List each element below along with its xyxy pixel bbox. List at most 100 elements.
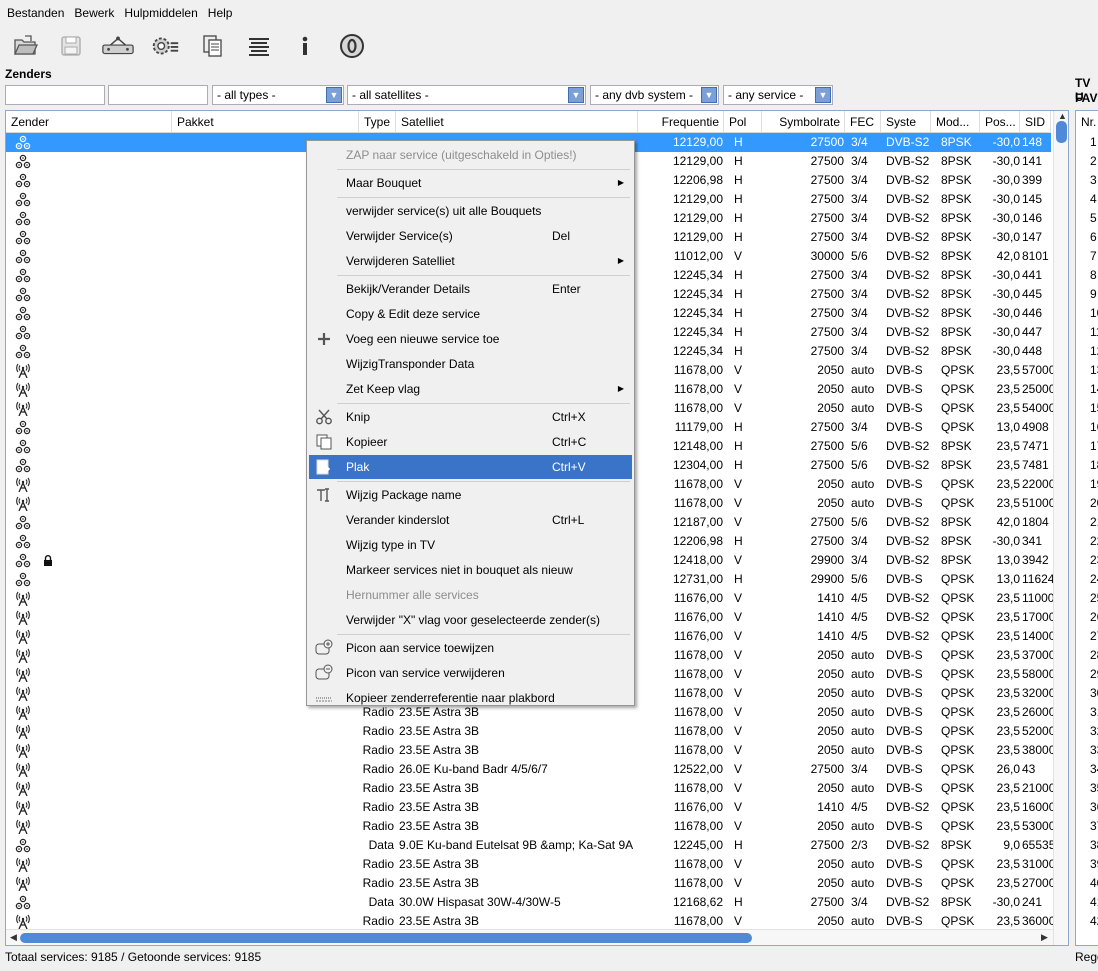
menu-item-picon-van-service-verwijderen[interactable]: Picon van service verwijderen	[309, 661, 632, 685]
copy-document-icon[interactable]	[198, 32, 228, 60]
col-frequentie[interactable]: Frequentie	[638, 111, 724, 133]
bouquet-number[interactable]: 3	[1090, 171, 1097, 190]
types-filter-select[interactable]: - all types - ▼	[212, 85, 344, 105]
col-pol[interactable]: Pol	[724, 111, 762, 133]
bouquet-number[interactable]: 30	[1090, 684, 1098, 703]
bouquet-number[interactable]: 17	[1090, 437, 1098, 456]
bouquet-number[interactable]: 32	[1090, 722, 1098, 741]
vertical-scrollbar[interactable]: ▲	[1053, 111, 1068, 945]
bouquet-number[interactable]: 16	[1090, 418, 1098, 437]
vertical-scroll-thumb[interactable]	[1056, 121, 1067, 143]
horizontal-scrollbar[interactable]: ◀ ▶	[6, 929, 1053, 945]
menu-item-plak[interactable]: Plak Ctrl+V	[309, 455, 632, 479]
bouquet-number[interactable]: 31	[1090, 703, 1098, 722]
bouquet-number[interactable]: 4	[1090, 190, 1097, 209]
bouquet-number[interactable]: 15	[1090, 399, 1098, 418]
bouquet-number[interactable]: 36	[1090, 798, 1098, 817]
bouquet-number[interactable]: 2	[1090, 152, 1097, 171]
bouquet-number[interactable]: 19	[1090, 475, 1098, 494]
bouquet-number[interactable]: 28	[1090, 646, 1098, 665]
menu-item-bekijk-verander-details[interactable]: Bekijk/Verander Details Enter	[309, 277, 632, 301]
bouquet-number[interactable]: 1	[1090, 133, 1097, 152]
menu-item-kopieer[interactable]: Kopieer Ctrl+C	[309, 430, 632, 454]
menu-item-maar-bouquet[interactable]: Maar Bouquet ▶	[309, 171, 632, 195]
horizontal-scroll-thumb[interactable]	[20, 933, 752, 943]
bouquet-number[interactable]: 27	[1090, 627, 1098, 646]
menu-item-markeer-services-niet-in-bouquet-als-nieuw[interactable]: Markeer services niet in bouquet als nie…	[309, 558, 632, 582]
bouquet-number[interactable]: 26	[1090, 608, 1098, 627]
bouquet-number[interactable]: 22	[1090, 532, 1098, 551]
table-row[interactable]: Data 30.0W Hispasat 30W-4/30W-5 12168,62 H 2…	[6, 893, 1051, 912]
menu-item-wijzig-type-in-tv[interactable]: Wijzig type in TV	[309, 533, 632, 557]
menu-item-wijzigtransponder-data[interactable]: WijzigTransponder Data	[309, 352, 632, 376]
bouquet-number[interactable]: 39	[1090, 855, 1098, 874]
menu-item-zet-keep-vlag[interactable]: Zet Keep vlag ▶	[309, 377, 632, 401]
bouquet-number[interactable]: 5	[1090, 209, 1097, 228]
table-row[interactable]: Radio 23.5E Astra 3B 11678,00 V 2050 auto DVB-…	[6, 722, 1055, 741]
table-row[interactable]: Radio 23.5E Astra 3B 11678,00 V 2050 auto DVB-…	[6, 874, 1055, 893]
bouquet-number[interactable]: 20	[1090, 494, 1098, 513]
menu-item-verander-kinderslot[interactable]: Verander kinderslot Ctrl+L	[309, 508, 632, 532]
bouquet-number[interactable]: 9	[1090, 285, 1097, 304]
table-row[interactable]: Radio 23.5E Astra 3B 11676,00 V 1410 4/5 DVB-S…	[6, 798, 1055, 817]
col-zender[interactable]: Zender	[6, 111, 172, 133]
bouquet-number[interactable]: 23	[1090, 551, 1098, 570]
bouquet-number[interactable]: 38	[1090, 836, 1098, 855]
bouquet-number[interactable]: 40	[1090, 874, 1098, 893]
col-modulatie[interactable]: Mod...	[931, 111, 980, 133]
bouquet-number[interactable]: 11	[1090, 323, 1098, 342]
satellites-filter-select[interactable]: - all satellites - ▼	[347, 85, 586, 105]
menu-item-wijzig-package-name[interactable]: Wijzig Package name	[309, 483, 632, 507]
bouquet-number[interactable]: 7	[1090, 247, 1097, 266]
table-row[interactable]: Radio 23.5E Astra 3B 11678,00 V 2050 auto DVB-…	[6, 817, 1055, 836]
bouquet-number[interactable]: 34	[1090, 760, 1098, 779]
bouquet-number[interactable]: 10	[1090, 304, 1098, 323]
settings-gear-icon[interactable]	[148, 32, 182, 60]
bouquet-number[interactable]: 37	[1090, 817, 1098, 836]
scroll-left-icon[interactable]: ◀	[10, 932, 17, 943]
menu-item-knip[interactable]: Knip Ctrl+X	[309, 405, 632, 429]
name-filter-input[interactable]	[5, 85, 105, 105]
menu-item-kopieer-zenderreferentie-naar-plakbord[interactable]: Kopieer zenderreferentie naar plakbord	[309, 686, 632, 710]
table-row[interactable]: Radio 23.5E Astra 3B 11678,00 V 2050 auto DVB-…	[6, 779, 1055, 798]
col-systeem[interactable]: Syste	[881, 111, 931, 133]
menu-item-hernummer-alle-services[interactable]: Hernummer alle services	[309, 583, 632, 607]
open-folder-icon[interactable]	[10, 32, 40, 60]
bouquet-number[interactable]: 12	[1090, 342, 1098, 361]
bouquet-number[interactable]: 18	[1090, 456, 1098, 475]
bouquet-number[interactable]: 8	[1090, 266, 1097, 285]
menu-item-verwijder-service-s-uit-alle-bouquets[interactable]: verwijder service(s) uit alle Bouquets	[309, 199, 632, 223]
col-positie[interactable]: Pos...	[980, 111, 1020, 133]
bouquet-number[interactable]: 24	[1090, 570, 1098, 589]
bouquet-number[interactable]: 21	[1090, 513, 1098, 532]
bouquet-number[interactable]: 14	[1090, 380, 1098, 399]
menu-item-picon-aan-service-toewijzen[interactable]: Picon aan service toewijzen	[309, 636, 632, 660]
scroll-right-icon[interactable]: ▶	[1041, 932, 1048, 943]
package-filter-input[interactable]	[108, 85, 208, 105]
col-pakket[interactable]: Pakket	[172, 111, 359, 133]
menu-item-copy-edit-deze-service[interactable]: Copy & Edit deze service	[309, 302, 632, 326]
menu-item-zap-naar-service-uitgeschakeld-in-opties[interactable]: ZAP naar service (uitgeschakeld in Optie…	[309, 143, 632, 167]
zero-circle-icon[interactable]	[337, 32, 367, 60]
menu-bestanden[interactable]: Bestanden	[2, 6, 69, 20]
bouquet-number[interactable]: 6	[1090, 228, 1097, 247]
col-nr[interactable]: Nr.	[1076, 111, 1098, 133]
bouquet-number[interactable]: 33	[1090, 741, 1098, 760]
service-filter-select[interactable]: - any service - ▼	[723, 85, 833, 105]
table-row[interactable]: Radio 26.0E Ku-band Badr 4/5/6/7 12522,00 V…	[6, 760, 1051, 779]
menu-help[interactable]: Help	[203, 6, 238, 20]
bouquet-number[interactable]: 25	[1090, 589, 1098, 608]
bouquet-number[interactable]: 35	[1090, 779, 1098, 798]
col-satelliet[interactable]: Satelliet	[396, 111, 638, 133]
col-type[interactable]: Type	[359, 111, 396, 133]
bouquet-number[interactable]: 13	[1090, 361, 1098, 380]
menu-item-verwijderen-satelliet[interactable]: Verwijderen Satelliet ▶	[309, 249, 632, 273]
save-icon[interactable]	[56, 32, 86, 60]
bouquet-number[interactable]: 42	[1090, 912, 1098, 931]
info-icon[interactable]	[290, 32, 320, 60]
menu-item-verwijder-x-vlag-voor-geselecteerde-zender-s[interactable]: Verwijder "X" vlag voor geselecteerde ze…	[309, 608, 632, 632]
list-lines-icon[interactable]	[244, 32, 274, 60]
bouquet-number[interactable]: 29	[1090, 665, 1098, 684]
table-row[interactable]: Data 9.0E Ku-band Eutelsat 9B &amp; Ka-Sa…	[6, 836, 1055, 855]
scroll-up-icon[interactable]: ▲	[1058, 111, 1067, 121]
